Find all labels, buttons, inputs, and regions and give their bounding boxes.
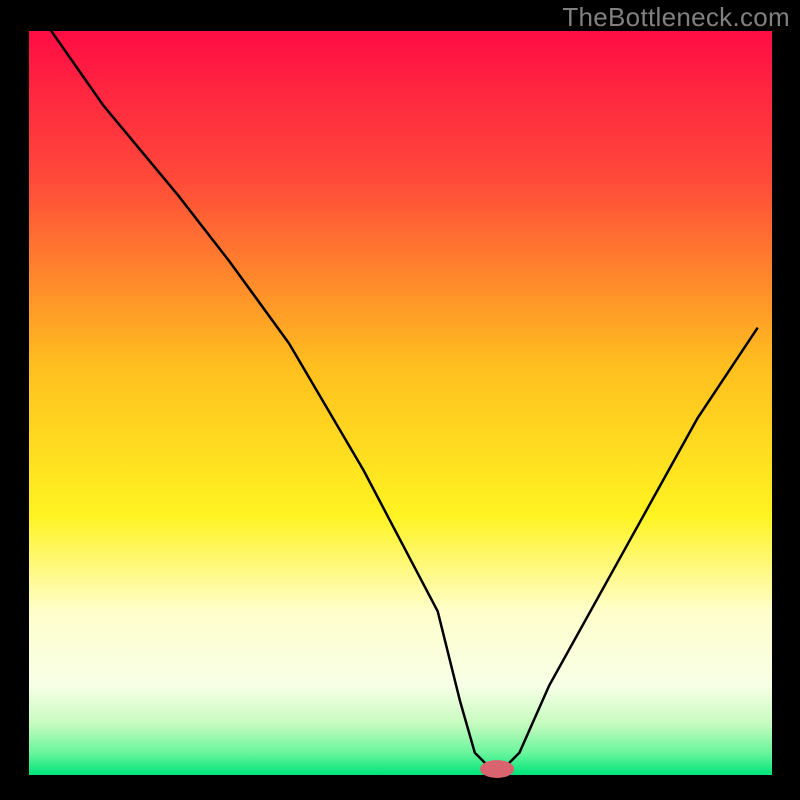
plot-background <box>29 31 772 775</box>
chart-container: TheBottleneck.com <box>0 0 800 800</box>
optimum-marker <box>480 760 514 778</box>
watermark-text: TheBottleneck.com <box>562 2 790 33</box>
bottleneck-chart <box>0 0 800 800</box>
